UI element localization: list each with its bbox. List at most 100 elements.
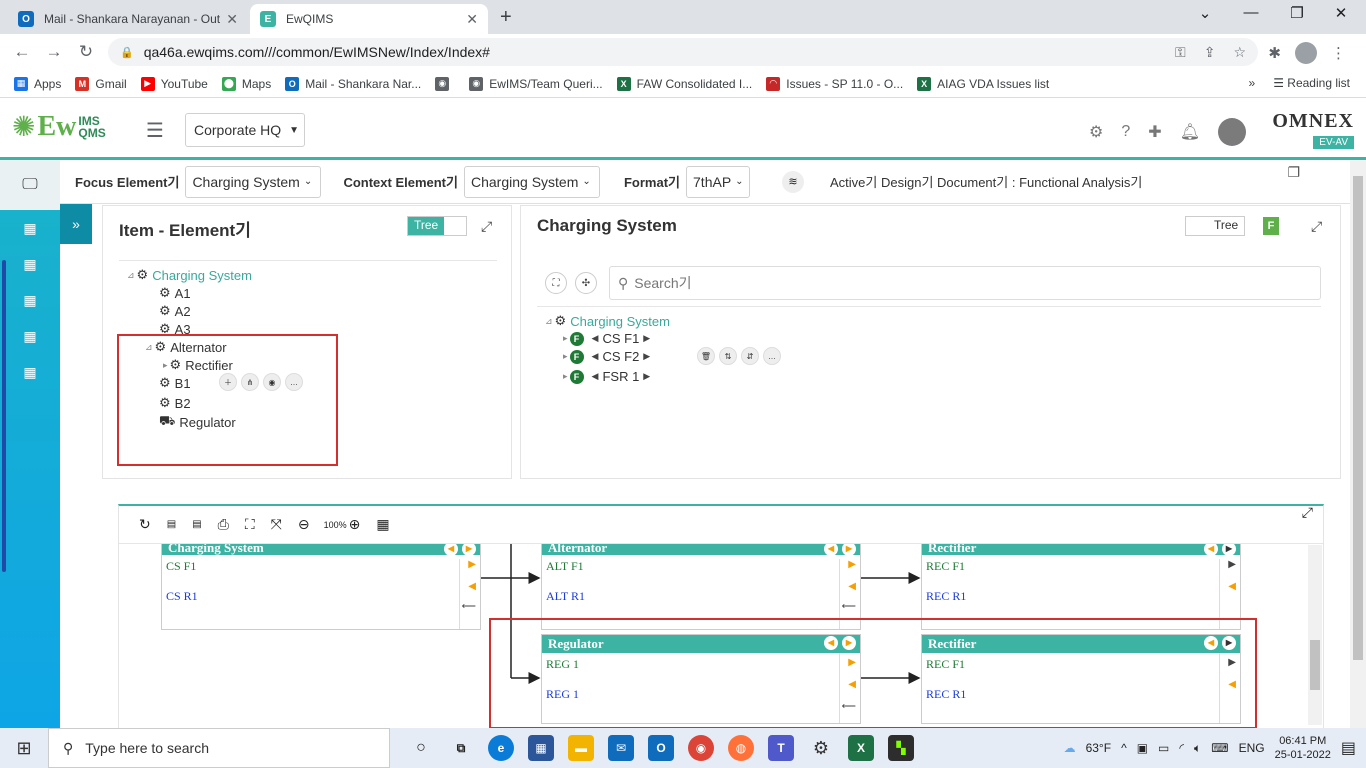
tree-toggle[interactable]: Tree [407, 216, 468, 236]
hamburger-menu-icon[interactable]: ☰ [146, 118, 164, 143]
key-icon[interactable]: ⚿ [1175, 44, 1186, 61]
requirement-row[interactable]: REC R1 [926, 589, 966, 604]
caret-right-icon[interactable]: ▶ [1228, 559, 1236, 570]
bookmark-team-queries[interactable]: ◉ EwIMS/Team Queri... [469, 76, 603, 91]
caret-right-icon[interactable]: ▶ [462, 544, 476, 556]
collapse-all-icon[interactable]: ✣ [575, 272, 597, 294]
expand-all-icon[interactable]: ⛶ [545, 272, 567, 294]
filter-f-badge[interactable]: F [1263, 217, 1279, 235]
fit-screen-icon[interactable]: ⛶ [245, 516, 255, 533]
building-icon[interactable]: ▦ [0, 354, 60, 390]
diagram-scrollbar[interactable] [1308, 545, 1322, 725]
requirement-row[interactable]: ALT R1 [546, 589, 585, 604]
caret-left-icon[interactable]: ◀ [592, 351, 599, 362]
arrow-left-icon[interactable]: ⟵ [462, 601, 476, 612]
building-icon[interactable]: ▦ [0, 318, 60, 354]
bookmark-aiag[interactable]: X AIAG VDA Issues list [917, 76, 1049, 91]
building-icon[interactable]: ▦ [0, 282, 60, 318]
chevron-down-icon[interactable]: ⌄ [1182, 4, 1228, 22]
ewqims-logo[interactable]: ✺ Ew IMS QMS [12, 110, 106, 143]
function-row[interactable]: ALT F1 [546, 559, 584, 574]
bookmark-issues[interactable]: ◠ Issues - SP 11.0 - O... [766, 76, 903, 91]
caret-left-icon[interactable]: ◀ [1204, 544, 1218, 556]
help-icon[interactable]: ? [1121, 123, 1130, 141]
chevron-up-icon[interactable]: ^ [1121, 741, 1127, 755]
caret-right-icon[interactable]: ▶ [643, 371, 650, 382]
expand-icon[interactable]: ⤢ [1302, 506, 1313, 521]
teams-icon[interactable]: T [768, 735, 794, 761]
page-scrollbar[interactable] [1350, 160, 1366, 728]
weather-temp[interactable]: 63°F [1086, 741, 1111, 755]
layers-icon[interactable]: ≋ [782, 170, 805, 193]
copy-icon[interactable]: ❐ [1287, 164, 1300, 181]
tree-node[interactable]: ⚙ A1 [159, 285, 191, 301]
caret-right-icon[interactable]: ▶ [643, 333, 650, 344]
function-row[interactable]: REC F1 [926, 559, 965, 574]
expand-panel-button[interactable]: » [60, 204, 92, 244]
store-icon[interactable]: ▦ [528, 735, 554, 761]
print-icon[interactable]: ⎙ [218, 516, 229, 533]
mail-icon[interactable]: ✉ [608, 735, 634, 761]
tree-node[interactable]: ⚙ A2 [159, 303, 191, 319]
task-view-icon[interactable]: ⧉ [448, 735, 474, 761]
bookmark-faw[interactable]: X FAW Consolidated I... [616, 76, 752, 91]
requirement-row[interactable]: CS R1 [166, 589, 198, 604]
bookmark-youtube[interactable]: ▶ YouTube [140, 76, 208, 91]
function-row[interactable]: CS F1 [166, 559, 196, 574]
tree-node-root[interactable]: ⊿ ⚙ Charging System [127, 267, 252, 283]
bookmark-mail[interactable]: O Mail - Shankara Nar... [285, 76, 421, 91]
wifi-icon[interactable]: ◜ [1179, 741, 1184, 755]
gear-icon[interactable]: ⚙ [1089, 122, 1103, 142]
reload-button[interactable]: ↻ [70, 42, 102, 62]
bell-icon[interactable]: 🔔︎ [1180, 122, 1200, 142]
keyboard-icon[interactable]: ⌨ [1211, 741, 1228, 755]
network-tray-icon[interactable]: ▣ [1137, 741, 1148, 755]
user-avatar[interactable] [1218, 118, 1246, 146]
reading-list-button[interactable]: ☰ Reading list [1273, 76, 1350, 90]
chrome-icon[interactable]: ◉ [688, 735, 714, 761]
function-box-charging-system[interactable]: Charging System ◀ ▶ CS F1 CS R1 ▶ ◀ ⟵ [161, 544, 481, 630]
taskbar-search-input[interactable]: ⚲ Type here to search [48, 728, 390, 768]
search-input[interactable]: ⚲ Search기 [609, 266, 1321, 300]
more-bookmarks-button[interactable]: » [1249, 76, 1256, 90]
export-png-icon[interactable]: ▤ [192, 519, 201, 530]
caret-right-icon[interactable]: ▶ [848, 559, 856, 570]
delete-icon[interactable]: 🗑︎ [697, 347, 715, 365]
grid-icon[interactable]: ▦ [376, 516, 389, 533]
forward-button[interactable]: → [38, 42, 70, 62]
bookmark-apps[interactable]: ▦ Apps [14, 76, 61, 91]
notification-icon[interactable]: ▤ [1341, 738, 1356, 758]
bookmark-gmail[interactable]: M Gmail [75, 76, 127, 91]
building-icon[interactable]: ▦ [0, 210, 60, 246]
firefox-icon[interactable]: ◍ [728, 735, 754, 761]
caret-left-icon[interactable]: ◀ [592, 333, 599, 344]
caret-right-icon[interactable]: ▶ [1222, 544, 1236, 556]
volume-icon[interactable]: 🔈︎ [1194, 741, 1201, 756]
battery-icon[interactable]: ▭ [1158, 741, 1169, 755]
more-icon[interactable]: … [763, 347, 781, 365]
close-window-button[interactable]: ✕ [1318, 4, 1364, 22]
star-icon[interactable]: ☆ [1233, 44, 1246, 61]
bookmark-globe[interactable]: ◉ [435, 76, 455, 91]
bookmark-maps[interactable]: ⬤ Maps [221, 76, 271, 91]
caret-right-icon[interactable]: ▶ [643, 351, 650, 362]
tab-ewqims[interactable]: E EwQIMS ✕ [250, 4, 488, 34]
format-select[interactable]: 7thAP ⌄ [686, 165, 751, 198]
file-explorer-icon[interactable]: ▬ [568, 735, 594, 761]
refresh-icon[interactable]: ↻ [139, 516, 151, 533]
caret-left-icon[interactable]: ◀ [1228, 581, 1236, 592]
caret-left-icon[interactable]: ◀ [592, 371, 599, 382]
profile-avatar[interactable] [1295, 42, 1317, 64]
maximize-button[interactable]: ❐ [1274, 4, 1320, 22]
zoom-in-icon[interactable]: ⊕ [349, 516, 361, 533]
function-node[interactable]: ▸ F ◀ CS F2 ▶ [563, 349, 654, 364]
new-tab-button[interactable]: + [500, 6, 512, 29]
caret-left-icon[interactable]: ◀ [824, 544, 838, 556]
language-indicator[interactable]: ENG [1239, 741, 1265, 755]
caret-left-icon[interactable]: ◀ [444, 544, 458, 556]
excel-icon[interactable]: X [848, 735, 874, 761]
settings-gear-icon[interactable]: ⚙ [808, 735, 834, 761]
arrow-left-icon[interactable]: ⟵ [842, 601, 856, 612]
cortana-icon[interactable]: ○ [408, 735, 434, 761]
url-field[interactable]: 🔒 qa46a.ewqims.com///common/EwIMSNew/Ind… [108, 38, 1258, 66]
